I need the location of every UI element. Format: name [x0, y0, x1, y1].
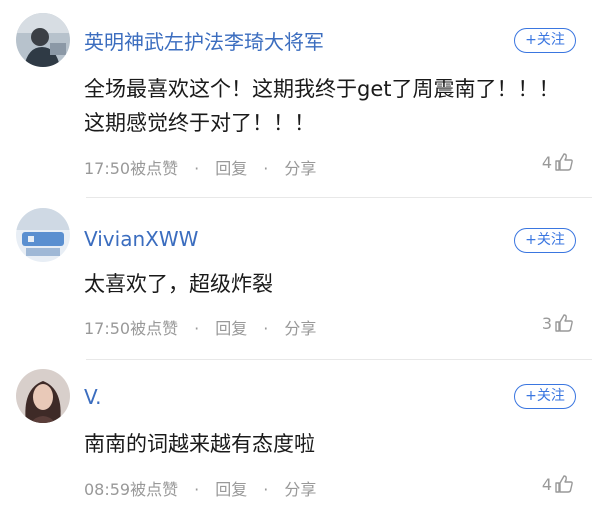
username[interactable]: VivianXWW	[84, 227, 198, 251]
follow-button[interactable]: +关注	[514, 228, 576, 253]
like-action-label: 被点赞	[130, 480, 179, 499]
username[interactable]: V.	[84, 385, 101, 409]
avatar[interactable]	[16, 13, 70, 67]
share-button[interactable]: 分享	[284, 476, 316, 500]
separator: ·	[263, 159, 269, 178]
follow-button[interactable]: +关注	[514, 384, 576, 409]
timestamp: 17:50	[84, 159, 131, 178]
thumbs-up-icon	[555, 314, 573, 332]
comment-item: V. +关注 南南的词越来越有态度啦 08:59被点赞 · 回复 · 分享 4	[0, 359, 592, 515]
avatar[interactable]	[16, 369, 70, 423]
comment-text: 南南的词越来越有态度啦	[84, 432, 315, 456]
like-button[interactable]: 4	[542, 152, 574, 172]
comment-meta: 17:50被点赞 · 回复 · 分享	[84, 155, 316, 179]
comment-item: 英明神武左护法李琦大将军 +关注 全场最喜欢这个！这期我终于get了周震南了！！…	[0, 0, 592, 197]
comment-item: VivianXWW +关注 太喜欢了，超级炸裂 17:50被点赞 · 回复 · 分享 3	[0, 197, 592, 359]
like-count: 4	[541, 474, 552, 494]
comment-text: 全场最喜欢这个！这期我终于get了周震南了！！！这期感觉终于对了！！！	[84, 77, 560, 135]
separator: ·	[263, 480, 269, 499]
follow-button[interactable]: +关注	[514, 28, 576, 53]
comment-meta: 17:50被点赞 · 回复 · 分享	[84, 315, 316, 339]
reply-button[interactable]: 回复	[215, 155, 247, 179]
comment-meta: 08:59被点赞 · 回复 · 分享	[84, 476, 316, 500]
separator: ·	[194, 159, 200, 178]
reply-button[interactable]: 回复	[215, 476, 247, 500]
share-button[interactable]: 分享	[284, 155, 316, 179]
comment-text: 太喜欢了，超级炸裂	[84, 272, 273, 296]
separator: ·	[194, 480, 200, 499]
like-count: 3	[541, 313, 552, 333]
like-count: 4	[541, 152, 552, 172]
timestamp: 08:59	[84, 480, 131, 499]
like-action-label: 被点赞	[130, 159, 179, 178]
reply-button[interactable]: 回复	[215, 315, 247, 339]
timestamp: 17:50	[84, 319, 131, 338]
separator: ·	[263, 319, 269, 338]
like-action-label: 被点赞	[130, 319, 179, 338]
share-button[interactable]: 分享	[284, 315, 316, 339]
thumbs-up-icon	[555, 475, 573, 493]
like-button[interactable]: 4	[542, 474, 574, 494]
like-button[interactable]: 3	[542, 313, 574, 333]
avatar[interactable]	[16, 208, 70, 262]
separator: ·	[194, 319, 200, 338]
username[interactable]: 英明神武左护法李琦大将军	[84, 26, 324, 55]
thumbs-up-icon	[555, 153, 573, 171]
